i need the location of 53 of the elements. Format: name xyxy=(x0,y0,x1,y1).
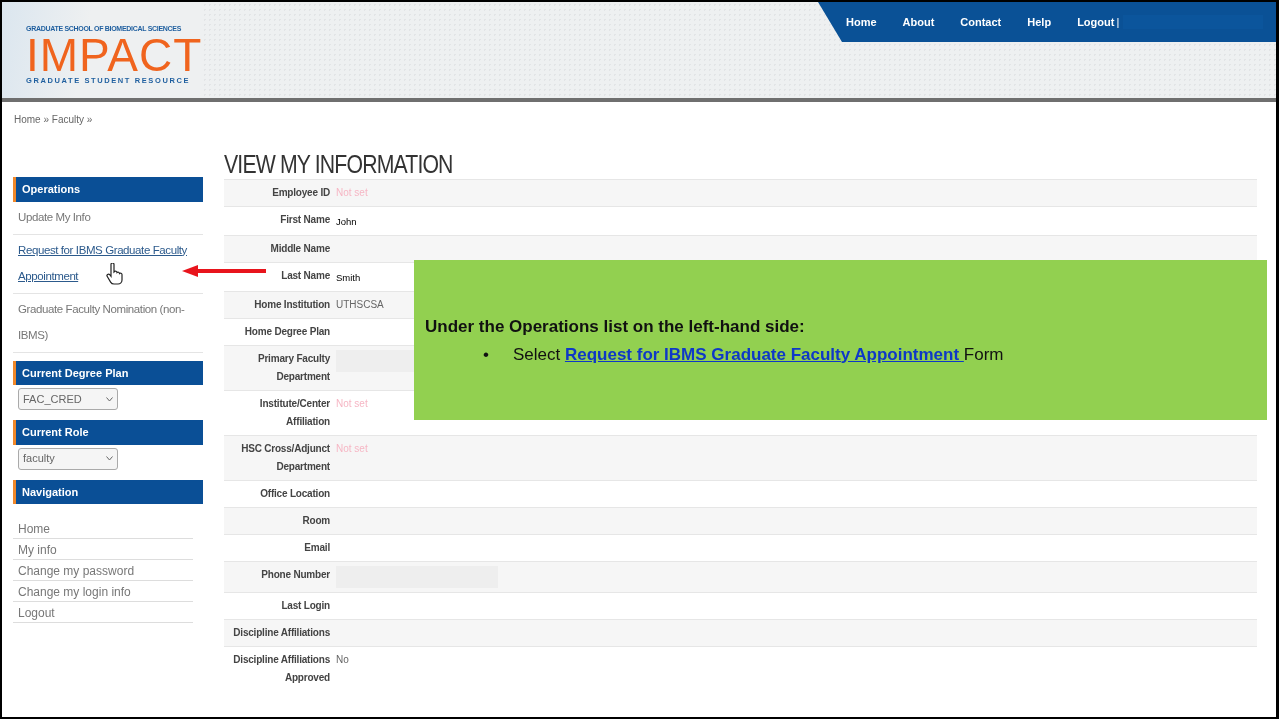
field-label: Home Degree Plan xyxy=(243,325,330,339)
sidebar-heading: Current Role xyxy=(13,420,203,445)
nav-link[interactable]: Home xyxy=(846,13,877,31)
sidebar-heading: Operations xyxy=(13,177,203,202)
nav-link[interactable]: Help xyxy=(1027,13,1052,31)
sidebar-item[interactable]: Graduate Faculty Nomination (non-IBMS) xyxy=(13,293,203,353)
field-value: No xyxy=(335,653,349,667)
logo-wordmark: IMPACT xyxy=(26,34,203,75)
callout-heading: Under the Operations list on the left-hand side: xyxy=(425,316,806,338)
callout-text: Form xyxy=(963,344,1004,364)
field-value: John xyxy=(335,215,357,229)
sidebar-item[interactable]: Update My Info xyxy=(13,201,203,235)
nav-separator: | xyxy=(1116,14,1120,30)
navigation-link[interactable]: My info xyxy=(13,539,193,560)
navigation-link[interactable]: Home xyxy=(13,518,193,539)
form-link[interactable]: Request for IBMS Graduate Faculty Appointment xyxy=(564,344,964,364)
field-value: Not set xyxy=(335,186,368,200)
navigation-link[interactable]: Logout xyxy=(13,602,193,623)
field-value: Not set xyxy=(335,397,368,411)
nav-link[interactable]: Logout xyxy=(1077,13,1115,31)
field-value: Smith xyxy=(335,271,361,285)
field-label: Home Institution xyxy=(253,298,330,312)
chevron-icon xyxy=(106,456,113,461)
field-value: UTHSCSA xyxy=(335,298,384,312)
bullet-glyph: • xyxy=(483,344,489,364)
nav-link[interactable]: Contact xyxy=(960,13,1002,31)
field-label: Employee ID xyxy=(271,186,330,200)
hand-cursor-icon xyxy=(106,263,124,285)
field-label: Phone Number xyxy=(260,568,330,582)
field-label: Last Name xyxy=(280,269,330,283)
dropdown-select[interactable]: faculty xyxy=(18,447,118,470)
page-title: VIEW MY INFORMATION xyxy=(224,149,454,179)
field-label: Email xyxy=(303,541,330,555)
field-label: Primary Faculty Department xyxy=(256,352,330,384)
field-label: Discipline Affiliations xyxy=(232,626,330,640)
navigation-link[interactable]: Change my password xyxy=(13,560,193,581)
navigation-link[interactable]: Change my login info xyxy=(13,581,193,602)
sidebar-heading: Navigation xyxy=(13,479,203,504)
field-value: Not set xyxy=(335,442,368,456)
field-label: Room xyxy=(301,514,330,528)
nav-link[interactable]: About xyxy=(902,13,935,31)
sidebar-heading: Current Degree Plan xyxy=(13,360,203,385)
field-label: HSC Cross/Adjunct Department xyxy=(240,442,330,474)
field-label: Office Location xyxy=(259,487,330,501)
field-label: Discipline Affiliations Approved xyxy=(232,653,330,685)
breadcrumb: Home » Faculty » xyxy=(14,114,93,125)
callout-text: Select xyxy=(512,344,561,364)
chevron-icon xyxy=(106,396,113,402)
dropdown-select[interactable]: FAC_CRED xyxy=(18,388,118,410)
field-label: First Name xyxy=(279,213,330,227)
field-label: Institute/Center Affiliation xyxy=(258,397,330,429)
field-label: Last Login xyxy=(280,599,330,613)
field-label: Middle Name xyxy=(269,242,330,256)
